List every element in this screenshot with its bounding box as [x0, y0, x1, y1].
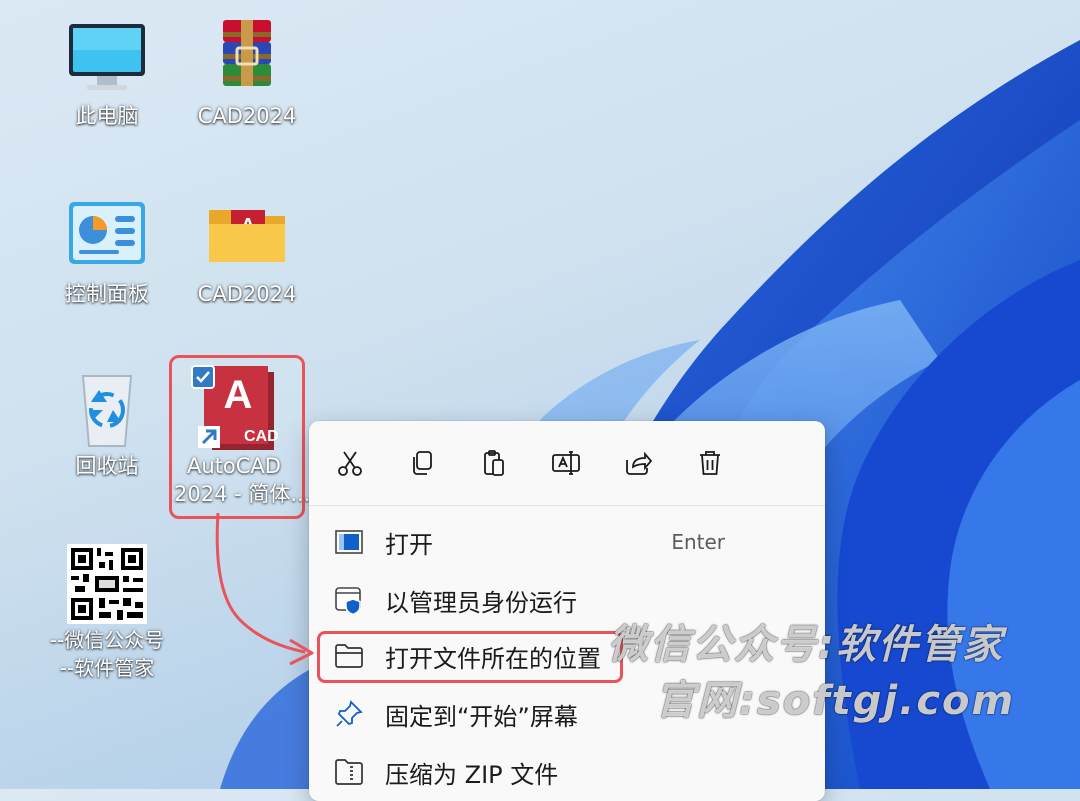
menu-item-label: 以管理员身份运行 — [385, 588, 577, 617]
desktop-icon-recycle-bin[interactable]: 回收站 — [47, 368, 167, 480]
folder-icon: A — [205, 196, 289, 280]
desktop-icon-label: 此电脑 — [75, 104, 139, 128]
desktop-icon-label-line1: --微信公众号 — [49, 628, 165, 652]
selection-highlight — [169, 355, 305, 519]
open-icon — [333, 526, 365, 558]
recycle-bin-icon — [65, 368, 149, 452]
watermark-line2: 官网:softgj.com — [655, 678, 1016, 724]
paste-icon — [484, 450, 504, 476]
delete-icon — [700, 451, 720, 475]
monitor-icon — [65, 18, 149, 102]
desktop-icon-this-pc[interactable]: 此电脑 — [47, 18, 167, 130]
context-menu-toolbar — [309, 421, 825, 506]
winrar-archive-icon — [205, 18, 289, 102]
qr-code-icon — [65, 542, 149, 626]
desktop-icon-label: 回收站 — [75, 454, 139, 478]
control-panel-icon — [65, 196, 149, 280]
desktop-icon-label: CAD2024 — [197, 282, 297, 306]
share-icon — [626, 451, 653, 475]
menu-item-label: 打开 — [385, 530, 433, 559]
desktop-icon-label-line2: --软件管家 — [59, 656, 155, 680]
desktop-icon-control-panel[interactable]: 控制面板 — [47, 196, 167, 308]
copy-button[interactable] — [404, 445, 440, 481]
menu-item-open[interactable]: 打开 Enter — [309, 514, 825, 570]
share-button[interactable] — [620, 445, 656, 481]
rename-icon — [552, 451, 580, 475]
watermark-line1: 微信公众号:软件管家 — [608, 622, 1004, 668]
pin-icon — [333, 698, 365, 730]
menu-item-compress-zip[interactable]: 压缩为 ZIP 文件 — [309, 744, 825, 800]
context-menu: 打开 Enter 以管理员身份运行 打开文件所在的位置 固定到“开始”屏幕 压缩… — [309, 421, 825, 801]
zip-icon — [333, 756, 365, 788]
paste-button[interactable] — [476, 445, 512, 481]
delete-button[interactable] — [692, 445, 728, 481]
desktop-icon-label: CAD2024 — [197, 104, 297, 128]
menu-item-label: 压缩为 ZIP 文件 — [385, 760, 559, 789]
desktop-icon-label: 控制面板 — [65, 282, 149, 306]
desktop-icon-qr-code[interactable]: --微信公众号 --软件管家 — [47, 542, 167, 682]
shield-icon — [333, 584, 365, 616]
annotation-highlight-box — [317, 631, 623, 683]
desktop-icon-cad2024-folder[interactable]: A CAD2024 — [187, 196, 307, 308]
menu-item-label: 固定到“开始”屏幕 — [385, 702, 578, 731]
desktop-icon-cad2024-archive[interactable]: CAD2024 — [187, 18, 307, 130]
cut-button[interactable] — [332, 445, 368, 481]
copy-icon — [413, 451, 432, 475]
cut-icon — [338, 451, 362, 476]
menu-item-shortcut: Enter — [671, 530, 725, 554]
rename-button[interactable] — [548, 445, 584, 481]
